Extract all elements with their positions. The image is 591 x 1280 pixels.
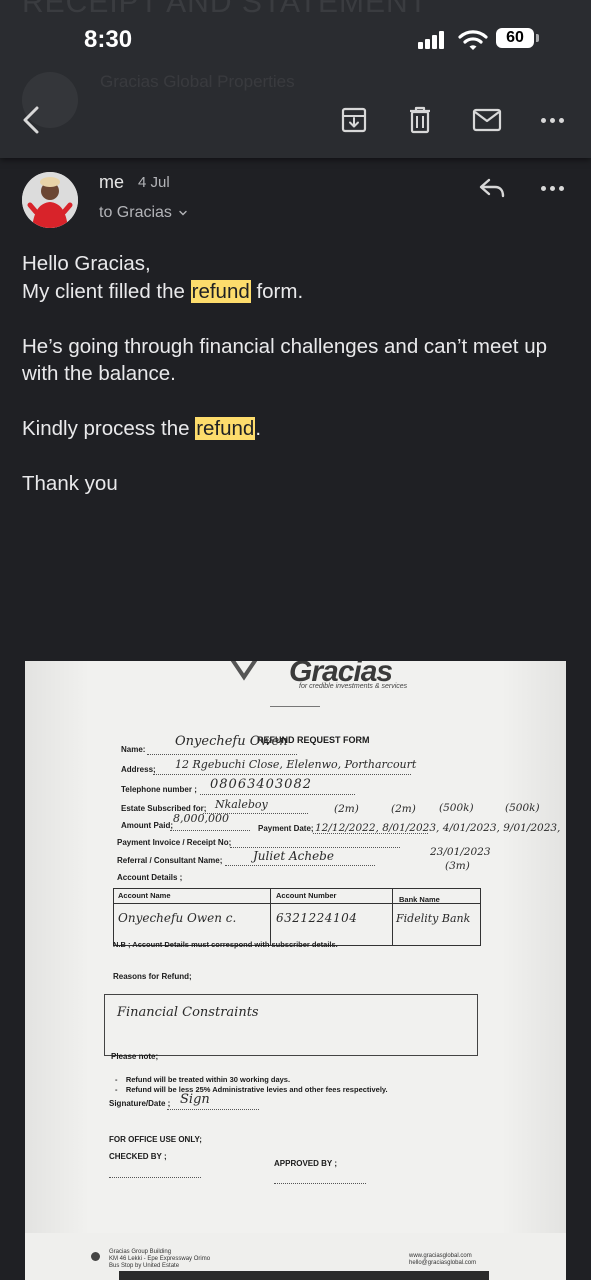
hw-referral: Juliet Achebe <box>253 849 334 863</box>
top-header: RECEIPT AND STATEMENT Gracias Global Pro… <box>0 0 591 158</box>
status-time: 8:30 <box>84 26 133 53</box>
footer-address-1: KM 46 Lekki - Epe Expressway Orimo <box>109 1256 211 1262</box>
message-date: 4 Jul <box>138 174 170 191</box>
body-line-process: Kindly process the refund. <box>22 417 262 440</box>
hw-amount: 8,000,000 <box>173 812 229 825</box>
archive-icon <box>341 107 367 133</box>
sender-name: me <box>99 172 125 192</box>
hw-payment-amount-1: (2m) <box>334 803 359 815</box>
hw-address: 12 Rgebuchi Close, Elelenwo, Portharcour… <box>175 758 417 771</box>
attachment-image[interactable]: GG Gracias for credible investments & se… <box>25 661 566 1280</box>
hw-payment-dates: 12/12/2022, 8/01/2023, 4/01/2023, 9/01/2… <box>315 822 561 834</box>
header-account-number: Account Number <box>276 889 386 904</box>
gracias-logo-icon: GG <box>230 661 258 681</box>
hw-estate: Nkaleboy <box>215 798 268 811</box>
signoff: Thank you <box>22 472 118 495</box>
body-paragraph-financial: He’s going through financial challenges … <box>22 334 548 386</box>
hw-signature: Sign <box>180 1092 210 1107</box>
more-options-button[interactable] <box>534 108 570 132</box>
label-approved-by: APPROVED BY ; <box>274 1159 337 1168</box>
body-line-refund-form: My client filled the refund form. <box>22 279 304 303</box>
greeting: Hello Gracias, <box>22 252 151 275</box>
hw-name: Onyechefu Owen <box>175 734 288 749</box>
hw-payment-dates-2: 23/01/2023 <box>430 846 491 858</box>
hw-payment-amount-3: (500k) <box>439 802 474 814</box>
recipient-toggle[interactable]: to Gracias <box>99 204 188 222</box>
label-referral: Referral / Consultant Name; <box>117 856 223 865</box>
account-table: Account Name Account Number Bank Name On… <box>113 888 481 946</box>
wifi-icon <box>458 30 488 50</box>
delete-button[interactable] <box>404 103 436 137</box>
hw-bank-name: Fidelity Bank <box>396 912 471 925</box>
label-invoice: Payment Invoice / Receipt No; <box>117 838 232 847</box>
reply-icon <box>479 178 505 198</box>
note-bullet-2: - Refund will be less 25% Administrative… <box>115 1085 388 1094</box>
hw-account-number: 6321224104 <box>276 911 358 925</box>
header-account-name: Account Name <box>118 889 268 904</box>
back-button[interactable] <box>14 100 48 140</box>
note-bullet-1: - Refund will be treated within 30 worki… <box>115 1075 291 1084</box>
battery-tip <box>536 34 539 42</box>
footer-company: Gracias Group Building <box>109 1249 172 1255</box>
ghost-sender: Gracias Global Properties <box>100 72 295 91</box>
hw-reason: Financial Constraints <box>117 1005 259 1020</box>
label-signature: Signature/Date ; <box>109 1099 171 1108</box>
location-icon <box>91 1252 100 1261</box>
ghost-subject: RECEIPT AND STATEMENT <box>22 0 429 19</box>
footer-website: www.graciasglobal.com <box>409 1253 472 1259</box>
label-name: Name: <box>121 745 146 754</box>
label-account-details: Account Details ; <box>117 873 183 882</box>
reason-box: Financial Constraints <box>104 994 478 1056</box>
more-horizontal-icon <box>540 117 564 123</box>
signal-icon <box>418 31 450 49</box>
hw-payment-amount-5: (3m) <box>445 860 470 872</box>
mail-icon <box>472 108 502 132</box>
avatar-image <box>22 172 78 228</box>
recipient-label: to Gracias <box>99 204 172 221</box>
label-please-note: Please note; <box>111 1052 159 1061</box>
label-checked-by: CHECKED BY ; <box>109 1152 167 1161</box>
footer-email: hello@graciasglobal.com <box>409 1260 477 1266</box>
header-bank-name: Bank Name <box>399 895 440 904</box>
label-office-use: FOR OFFICE USE ONLY; <box>109 1135 202 1144</box>
search-highlight: refund <box>195 417 256 440</box>
hw-payment-amount-2: (2m) <box>391 803 416 815</box>
label-address: Address; <box>121 765 156 774</box>
battery-icon: 60 <box>496 28 534 48</box>
label-reasons: Reasons for Refund; <box>113 972 192 981</box>
hw-payment-amount-4: (500k) <box>505 802 540 814</box>
archive-button[interactable] <box>338 104 370 136</box>
mark-unread-button[interactable] <box>469 104 505 136</box>
label-amount: Amount Paid; <box>121 821 173 830</box>
label-telephone: Telephone number ; <box>121 785 197 794</box>
avatar[interactable] <box>22 172 78 228</box>
label-payment-date: Payment Date; <box>258 824 314 833</box>
message-more-button[interactable] <box>534 180 570 196</box>
trash-icon <box>410 106 430 134</box>
chevron-left-icon <box>23 106 39 134</box>
hw-account-name: Onyechefu Owen c. <box>118 911 237 925</box>
reply-button[interactable] <box>476 174 508 202</box>
footer-address-2: Bus Stop by United Estate <box>109 1263 180 1269</box>
hw-telephone: 08063403082 <box>210 777 312 792</box>
search-highlight: refund <box>190 279 251 303</box>
logo-tagline: for credible investments & services <box>299 683 408 690</box>
more-horizontal-icon <box>540 185 564 191</box>
nb-note: N.B ; Account Details must correspond wi… <box>113 940 338 949</box>
message-body: Hello Gracias, My client filled the refu… <box>22 250 572 498</box>
chevron-down-icon <box>179 210 187 216</box>
